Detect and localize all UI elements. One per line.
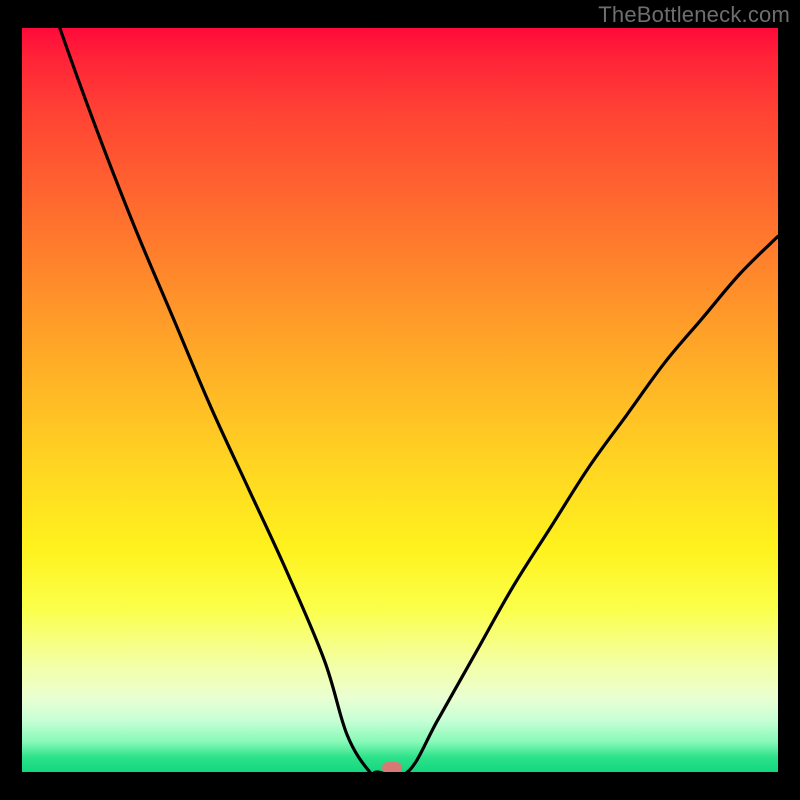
minimum-marker (382, 762, 402, 772)
watermark-text: TheBottleneck.com (598, 2, 790, 28)
curve-path (22, 28, 778, 772)
chart-frame: TheBottleneck.com (0, 0, 800, 800)
bottleneck-curve (22, 28, 778, 772)
plot-area (22, 28, 778, 772)
